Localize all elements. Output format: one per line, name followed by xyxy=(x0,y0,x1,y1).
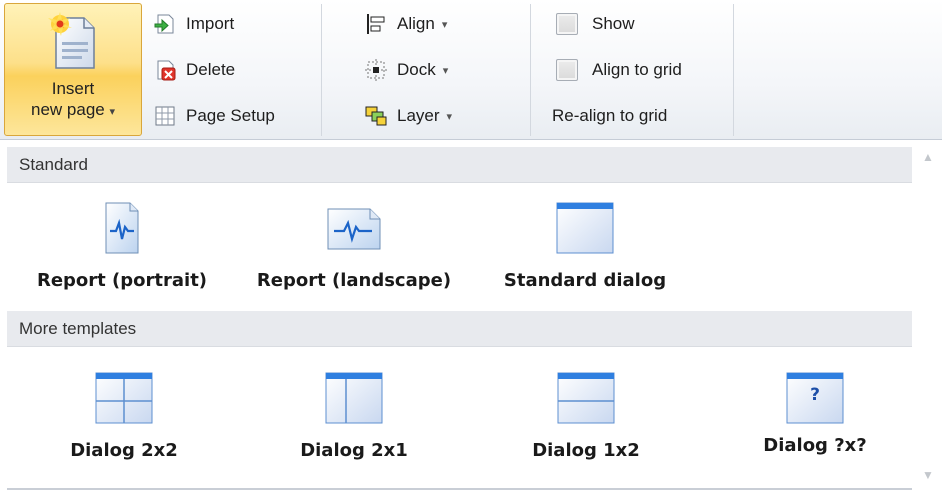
report-portrait-icon xyxy=(102,199,142,260)
dock-icon xyxy=(365,59,387,81)
dock-label: Dock xyxy=(397,60,436,79)
question-glyph: ? xyxy=(810,385,820,405)
import-label: Import xyxy=(186,14,235,33)
align-label: Align xyxy=(397,14,435,33)
insert-label-line1: Insert xyxy=(51,79,95,98)
scroll-up-icon[interactable]: ▲ xyxy=(922,151,934,163)
template-label: Report (landscape) xyxy=(256,270,452,291)
chevron-down-icon: ▾ xyxy=(442,64,449,77)
insert-label-line2: new page xyxy=(31,100,105,119)
template-label: Report (portrait) xyxy=(36,270,208,291)
new-page-icon xyxy=(46,12,100,70)
ribbon-separator xyxy=(733,4,734,136)
chevron-down-icon: ▾ xyxy=(441,18,448,31)
chevron-down-icon: ▾ xyxy=(109,106,115,118)
gallery-bottom-border xyxy=(7,488,912,490)
category-header-more-templates: More templates xyxy=(7,311,912,347)
insert-new-page-button[interactable]: Insert new page ▾ xyxy=(4,3,142,136)
report-landscape-icon xyxy=(324,199,384,260)
template-label: Dialog 1x2 xyxy=(532,440,640,461)
chevron-down-icon: ▾ xyxy=(446,110,453,123)
template-label: Dialog 2x1 xyxy=(300,440,408,461)
ribbon: Insert new page ▾ Import Delete Page Set… xyxy=(0,0,942,140)
template-dialog-2x2[interactable]: Dialog 2x2 xyxy=(44,369,204,461)
dock-button[interactable]: Dock ▾ xyxy=(365,52,448,88)
delete-button[interactable]: Delete xyxy=(154,52,235,88)
delete-icon xyxy=(154,59,176,81)
checkbox-box[interactable] xyxy=(556,59,578,81)
dialog-1x2-icon xyxy=(555,369,617,430)
align-to-grid-checkbox[interactable]: Align to grid xyxy=(556,52,682,88)
checkbox-box[interactable] xyxy=(556,13,578,35)
show-grid-label: Show xyxy=(592,14,635,33)
template-standard-dialog[interactable]: Standard dialog xyxy=(485,199,685,291)
ribbon-separator xyxy=(530,4,531,136)
scroll-down-icon[interactable]: ▼ xyxy=(922,469,934,481)
dialog-2x1-icon xyxy=(323,369,385,430)
standard-dialog-icon xyxy=(554,199,616,260)
layer-button[interactable]: Layer ▾ xyxy=(365,98,452,134)
template-report-portrait[interactable]: Report (portrait) xyxy=(22,199,222,291)
ribbon-separator xyxy=(321,4,322,136)
dialog-custom-icon: ? xyxy=(784,369,846,425)
gallery-scrollbar[interactable]: ▲ ▼ xyxy=(914,141,942,489)
layer-icon xyxy=(365,105,387,127)
page-setup-label: Page Setup xyxy=(186,106,275,125)
template-report-landscape[interactable]: Report (landscape) xyxy=(240,199,468,291)
template-label: Dialog 2x2 xyxy=(70,440,178,461)
realign-to-grid-button[interactable]: Re-align to grid xyxy=(552,106,667,126)
align-to-grid-label: Align to grid xyxy=(592,60,682,79)
template-label: Standard dialog xyxy=(503,270,667,291)
show-grid-checkbox[interactable]: Show xyxy=(556,6,635,42)
page-setup-icon xyxy=(154,105,176,127)
layer-label: Layer xyxy=(397,106,440,125)
template-dialog-2x1[interactable]: Dialog 2x1 xyxy=(274,369,434,461)
page-setup-button[interactable]: Page Setup xyxy=(154,98,275,134)
delete-label: Delete xyxy=(186,60,236,79)
category-header-standard: Standard xyxy=(7,147,912,183)
import-icon xyxy=(154,13,176,35)
template-label: Dialog ?x? xyxy=(763,435,867,456)
import-button[interactable]: Import xyxy=(154,6,234,42)
align-button[interactable]: Align ▾ xyxy=(365,6,447,42)
align-icon xyxy=(365,13,387,35)
template-dialog-custom[interactable]: ? Dialog ?x? xyxy=(735,369,895,456)
dialog-2x2-icon xyxy=(93,369,155,430)
template-dialog-1x2[interactable]: Dialog 1x2 xyxy=(506,369,666,461)
template-gallery: Standard Report (portrait) Report (lands… xyxy=(0,141,942,497)
